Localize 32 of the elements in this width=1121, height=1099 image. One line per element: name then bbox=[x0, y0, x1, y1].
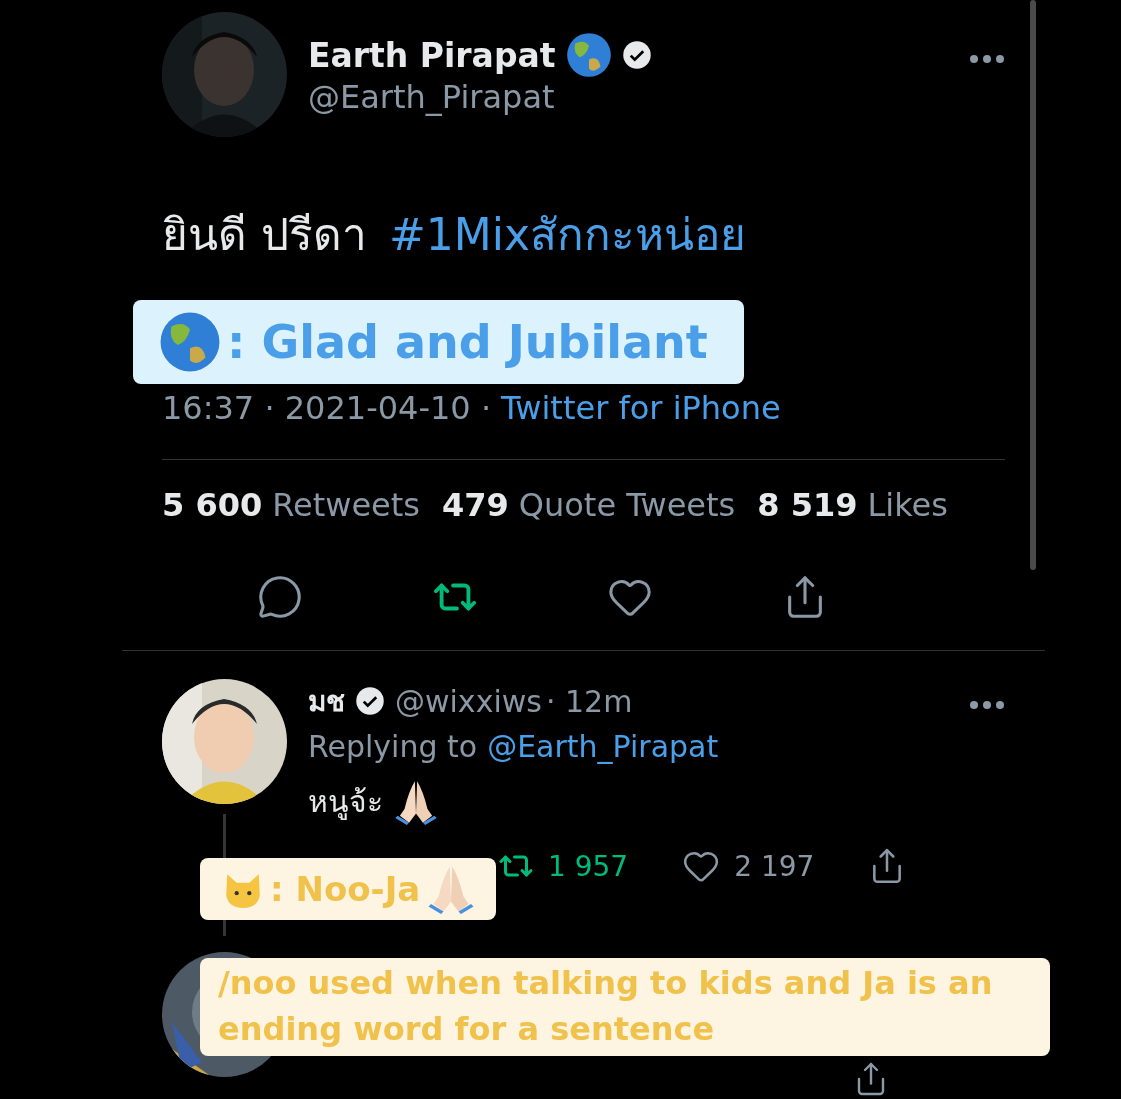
stat-label[interactable]: Retweets bbox=[272, 486, 420, 524]
hashtag-link[interactable]: #1Mixสักกะหน่อย bbox=[389, 199, 747, 269]
stat-label[interactable]: Quote Tweets bbox=[518, 486, 736, 524]
globe-icon bbox=[159, 311, 221, 373]
stat-count: 8 519 bbox=[757, 486, 858, 524]
verified-badge-icon bbox=[355, 686, 385, 716]
reply-text: หนูจ้ะ bbox=[308, 783, 383, 822]
username: @wixxiws bbox=[395, 683, 542, 719]
stat-count: 479 bbox=[442, 486, 509, 524]
scrollbar[interactable] bbox=[1030, 0, 1036, 570]
username: @Earth_Pirapat bbox=[308, 78, 556, 116]
tweet-text: ยินดี ปรีดา bbox=[162, 208, 367, 262]
display-name: Earth Pirapat bbox=[308, 35, 556, 75]
annotation-label: : Noo-Ja bbox=[270, 869, 421, 909]
stat-count: 5 600 bbox=[162, 486, 263, 524]
praying-hands-icon bbox=[426, 864, 477, 914]
mention-link[interactable]: @Earth_Pirapat bbox=[487, 729, 719, 764]
annotation-note: /noo used when talking to kids and Ja is an ending word for a sentence bbox=[200, 958, 1050, 1056]
verified-badge-icon bbox=[621, 40, 652, 70]
display-name: มช bbox=[308, 684, 345, 720]
timestamp: 16:37 · 2021-04-10 · bbox=[162, 389, 492, 427]
more-icon[interactable] bbox=[969, 54, 1005, 64]
replying-to-label: Replying to bbox=[308, 729, 478, 764]
retweet-count: 1 957 bbox=[548, 849, 629, 883]
reply-icon[interactable] bbox=[256, 574, 303, 620]
like-count: 2 197 bbox=[734, 849, 815, 883]
stat-label[interactable]: Likes bbox=[867, 486, 948, 524]
annotation-label: : Glad and Jubilant bbox=[227, 315, 708, 369]
reply-time: · 12m bbox=[545, 683, 633, 719]
more-icon[interactable] bbox=[969, 700, 1005, 710]
source-link[interactable]: Twitter for iPhone bbox=[501, 389, 781, 427]
globe-icon bbox=[565, 32, 612, 78]
